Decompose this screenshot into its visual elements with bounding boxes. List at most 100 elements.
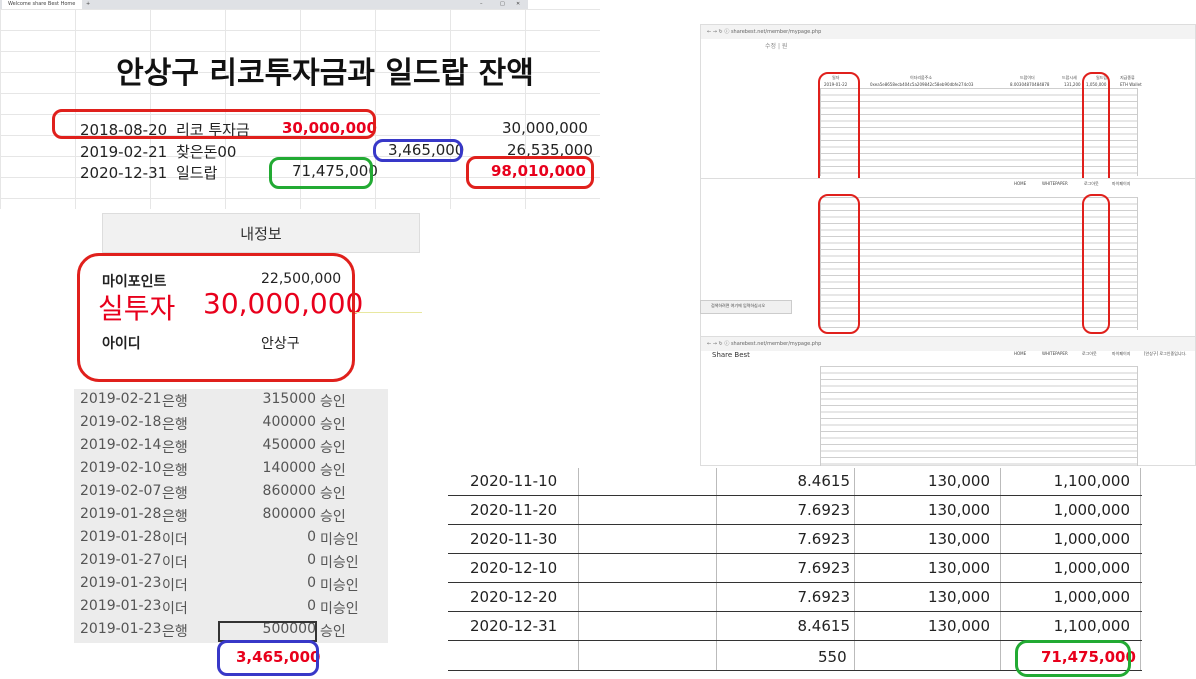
yield-date: 2020-11-30 — [470, 530, 558, 548]
summary-balance: 30,000,000 — [502, 119, 588, 137]
bank-type: 이더 — [162, 601, 188, 617]
yield-row: 2020-12-20 7.6923 130,000 1,000,000 — [448, 583, 1142, 612]
close-icon[interactable]: ✕ — [516, 0, 520, 9]
bank-status: 승인 — [320, 394, 346, 410]
summary-row: 2020-12-31 일드랍 — [80, 162, 217, 183]
bank-status: 승인 — [320, 486, 346, 502]
rate-sum: 550 — [818, 648, 847, 666]
bank-status: 승인 — [320, 463, 346, 479]
yield-price: 130,000 — [927, 559, 990, 577]
highlight-circle — [373, 139, 463, 162]
highlight-circle — [77, 253, 355, 382]
summary-label: 일드랍 — [175, 164, 218, 182]
bank-status: 미승인 — [320, 601, 359, 617]
bank-date: 2019-01-27 — [80, 552, 162, 568]
highlight-circle — [52, 109, 376, 139]
bank-type: 은행 — [162, 394, 188, 410]
nav-home[interactable]: HOME — [1014, 181, 1026, 188]
highlight-circle — [1015, 640, 1131, 677]
taskbar-search-placeholder: 검색하려면 여기에 입력하십시오 — [711, 303, 766, 308]
bank-amount: 0 — [307, 529, 316, 545]
bank-status: 승인 — [320, 624, 346, 640]
address-bar[interactable]: ← → ↻ ⓘ sharebest.net/member/mypage.php — [701, 337, 1195, 351]
yield-price: 130,000 — [927, 617, 990, 635]
yield-date: 2020-12-10 — [470, 559, 558, 577]
highlight-circle — [269, 157, 373, 189]
mini-table — [820, 366, 1138, 466]
bank-amount: 0 — [307, 552, 316, 568]
yield-rate: 7.6923 — [797, 530, 851, 548]
highlight-circle — [466, 156, 594, 189]
minimize-icon[interactable]: – — [480, 0, 483, 9]
highlight-circle — [818, 72, 860, 194]
mini-header: 드랍시세 — [1062, 75, 1077, 80]
nav-home[interactable]: HOME — [1014, 351, 1026, 358]
yield-row: 2020-11-30 7.6923 130,000 1,000,000 — [448, 525, 1142, 554]
restore-icon[interactable]: □ — [500, 0, 505, 9]
taskbar-search[interactable]: 검색하려면 여기에 입력하십시오 — [700, 300, 792, 314]
bank-date: 2019-02-07 — [80, 483, 162, 499]
yield-rate: 8.4615 — [797, 472, 851, 490]
info-panel-header[interactable]: 내정보 — [102, 213, 420, 253]
bank-type: 은행 — [162, 509, 188, 525]
bank-date: 2019-01-23 — [80, 621, 162, 637]
yield-price: 130,000 — [927, 501, 990, 519]
browser-tab-title: Welcome share Best Home — [8, 1, 76, 7]
bank-date: 2019-02-18 — [80, 414, 162, 430]
mini-header: 드랍이더 — [1020, 75, 1035, 80]
bank-date: 2019-01-28 — [80, 506, 162, 522]
highlight-circle — [217, 640, 319, 676]
yield-row: 2020-11-20 7.6923 130,000 1,000,000 — [448, 496, 1142, 525]
yield-price: 130,000 — [927, 530, 990, 548]
yield-row: 2020-11-10 8.4615 130,000 1,100,000 — [448, 467, 1142, 496]
yield-date: 2020-12-31 — [470, 617, 558, 635]
nav-mypage[interactable]: 마이페이지 — [1112, 351, 1130, 358]
brand-logo[interactable]: Share Best — [712, 351, 750, 359]
yield-amount: 1,000,000 — [1053, 501, 1130, 519]
address-url: sharebest.net/member/mypage.php — [730, 341, 822, 347]
page-title: 안상구 리코투자금과 일드랍 잔액 — [116, 56, 534, 91]
bank-amount: 140000 — [262, 460, 316, 476]
yield-amount: 1,000,000 — [1053, 588, 1130, 606]
yield-price: 130,000 — [927, 472, 990, 490]
yield-rate: 7.6923 — [797, 501, 851, 519]
yield-rate: 7.6923 — [797, 588, 851, 606]
selected-cell[interactable] — [218, 621, 317, 642]
nav-whitepaper[interactable]: WHITEPAPER — [1042, 351, 1068, 358]
browser-tab[interactable]: Welcome share Best Home — [2, 0, 82, 9]
bank-type: 이더 — [162, 555, 188, 571]
mini-header: 이더리움주소 — [910, 75, 933, 80]
nav-logout[interactable]: 로그아웃 — [1082, 351, 1097, 358]
new-tab-button[interactable]: + — [86, 0, 90, 9]
bank-amount: 0 — [307, 598, 316, 614]
bank-amount: 860000 — [262, 483, 316, 499]
bank-type: 은행 — [162, 486, 188, 502]
bank-status: 미승인 — [320, 532, 359, 548]
nav-logout[interactable]: 로그아웃 — [1084, 181, 1099, 188]
highlight-circle — [818, 194, 860, 334]
bank-status: 미승인 — [320, 555, 359, 571]
bank-type: 이더 — [162, 532, 188, 548]
bank-type: 은행 — [162, 440, 188, 456]
bank-amount: 400000 — [262, 414, 316, 430]
address-bar[interactable]: ← → ↻ ⓘ sharebest.net/member/mypage.php — [701, 25, 1195, 39]
yield-row: 2020-12-31 8.4615 130,000 1,100,000 — [448, 612, 1142, 641]
yield-date: 2020-11-20 — [470, 501, 558, 519]
bank-status: 미승인 — [320, 578, 359, 594]
bank-status: 승인 — [320, 417, 346, 433]
nav-whitepaper[interactable]: WHITEPAPER — [1042, 181, 1068, 188]
bank-amount: 0 — [307, 575, 316, 591]
yield-rate: 7.6923 — [797, 559, 851, 577]
browser-tab-strip: Welcome share Best Home + – □ ✕ — [0, 0, 528, 9]
bank-date: 2019-02-14 — [80, 437, 162, 453]
bank-type: 은행 — [162, 463, 188, 479]
bank-status: 승인 — [320, 440, 346, 456]
yield-row: 2020-12-10 7.6923 130,000 1,000,000 — [448, 554, 1142, 583]
nav-mypage[interactable]: 마이페이지 — [1112, 181, 1130, 188]
yield-rate: 8.4615 — [797, 617, 851, 635]
address-url: sharebest.net/member/mypage.php — [730, 29, 822, 35]
summary-date: 2020-12-31 — [80, 164, 168, 182]
highlight-circle — [1082, 72, 1110, 194]
bank-amount: 450000 — [262, 437, 316, 453]
bank-type: 은행 — [162, 624, 188, 640]
